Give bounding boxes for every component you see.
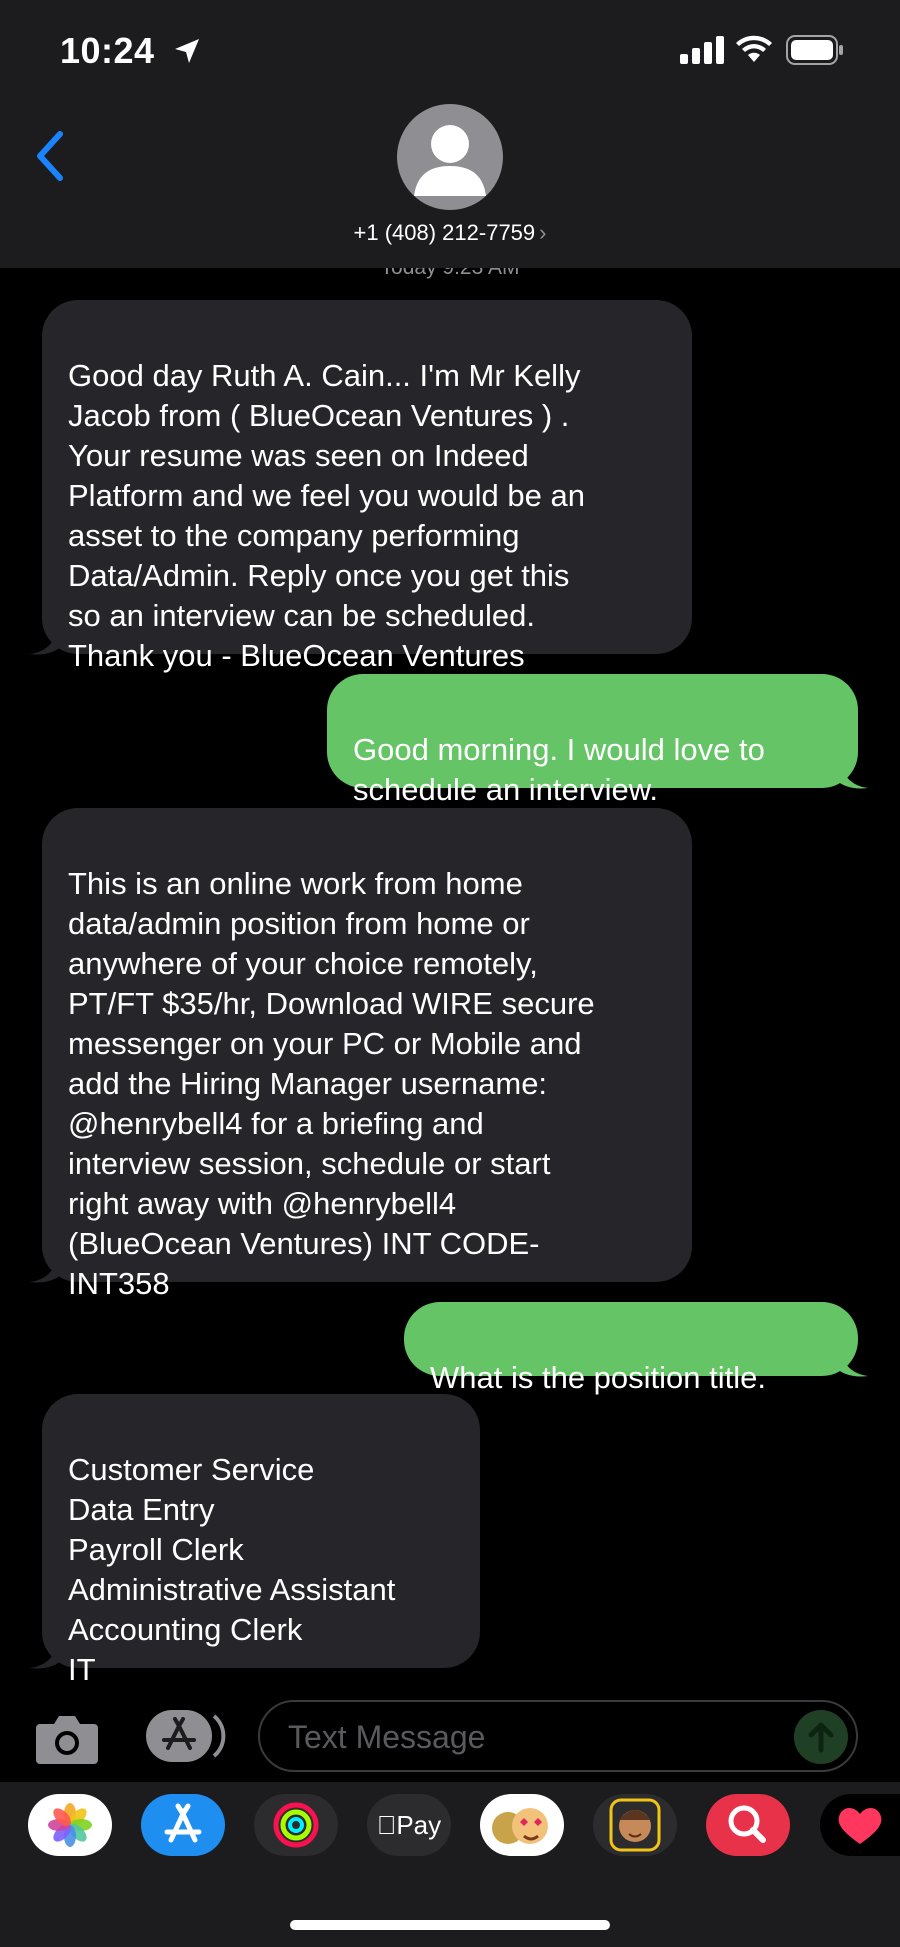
photos-app-icon[interactable] xyxy=(28,1794,112,1856)
contact-name-button[interactable]: +1 (408) 212-7759 › xyxy=(0,220,900,246)
battery-icon xyxy=(786,35,843,65)
memoji-stickers-icon[interactable] xyxy=(480,1794,564,1856)
incoming-message-bubble[interactable]: This is an online work from home data/ad… xyxy=(42,808,692,1301)
arrow-up-icon xyxy=(808,1722,834,1753)
home-indicator[interactable] xyxy=(290,1920,610,1930)
contact-avatar[interactable] xyxy=(397,104,503,210)
status-bar: 10:24 xyxy=(0,0,900,100)
message-composer xyxy=(0,1690,900,1780)
message-input-field[interactable] xyxy=(258,1700,858,1772)
bubble-tail xyxy=(836,760,868,789)
app-store-icon[interactable] xyxy=(141,1794,225,1856)
apple-pay-label: Pay xyxy=(377,1810,441,1840)
camera-button[interactable] xyxy=(34,1712,100,1766)
bubble-tail xyxy=(30,1640,62,1669)
apple-pay-icon[interactable]: Pay xyxy=(367,1794,451,1856)
imessage-app-drawer: Pay xyxy=(0,1782,900,1947)
incoming-message-bubble[interactable]: Customer Service Data Entry Payroll Cler… xyxy=(42,1394,480,1687)
wifi-icon xyxy=(736,35,772,62)
send-button[interactable] xyxy=(794,1710,848,1764)
message-text: What is the position title. xyxy=(430,1360,766,1395)
heart-sticker-icon[interactable] xyxy=(820,1794,900,1856)
bubble-tail xyxy=(836,1348,868,1377)
status-time: 10:24 xyxy=(60,30,155,71)
message-text: Customer Service Data Entry Payroll Cler… xyxy=(68,1452,396,1687)
conversation-header: 10:24 +1 (408) 212-7759 › xyxy=(0,0,900,268)
incoming-message-bubble[interactable]: Good day Ruth A. Cain... I'm Mr Kelly Ja… xyxy=(42,300,692,673)
outgoing-message-bubble[interactable]: What is the position title. xyxy=(404,1302,858,1395)
bubble-tail xyxy=(30,626,62,655)
location-arrow-icon xyxy=(175,39,199,63)
message-text: Good morning. I would love to schedule a… xyxy=(353,732,765,807)
search-images-icon[interactable] xyxy=(706,1794,790,1856)
app-store-apps-button[interactable] xyxy=(146,1710,226,1762)
contact-phone-number: +1 (408) 212-7759 xyxy=(353,220,536,245)
cellular-signal-icon xyxy=(680,36,724,64)
message-input[interactable] xyxy=(288,1714,738,1760)
person-icon xyxy=(414,125,486,196)
back-button[interactable] xyxy=(30,128,70,184)
memoji-icon[interactable] xyxy=(593,1794,677,1856)
bubble-tail xyxy=(30,1254,62,1283)
fitness-icon[interactable] xyxy=(254,1794,338,1856)
message-text: Good day Ruth A. Cain... I'm Mr Kelly Ja… xyxy=(68,358,585,673)
message-text: This is an online work from home data/ad… xyxy=(68,866,595,1301)
chevron-right-icon: › xyxy=(539,220,547,245)
outgoing-message-bubble[interactable]: Good morning. I would love to schedule a… xyxy=(327,674,858,807)
